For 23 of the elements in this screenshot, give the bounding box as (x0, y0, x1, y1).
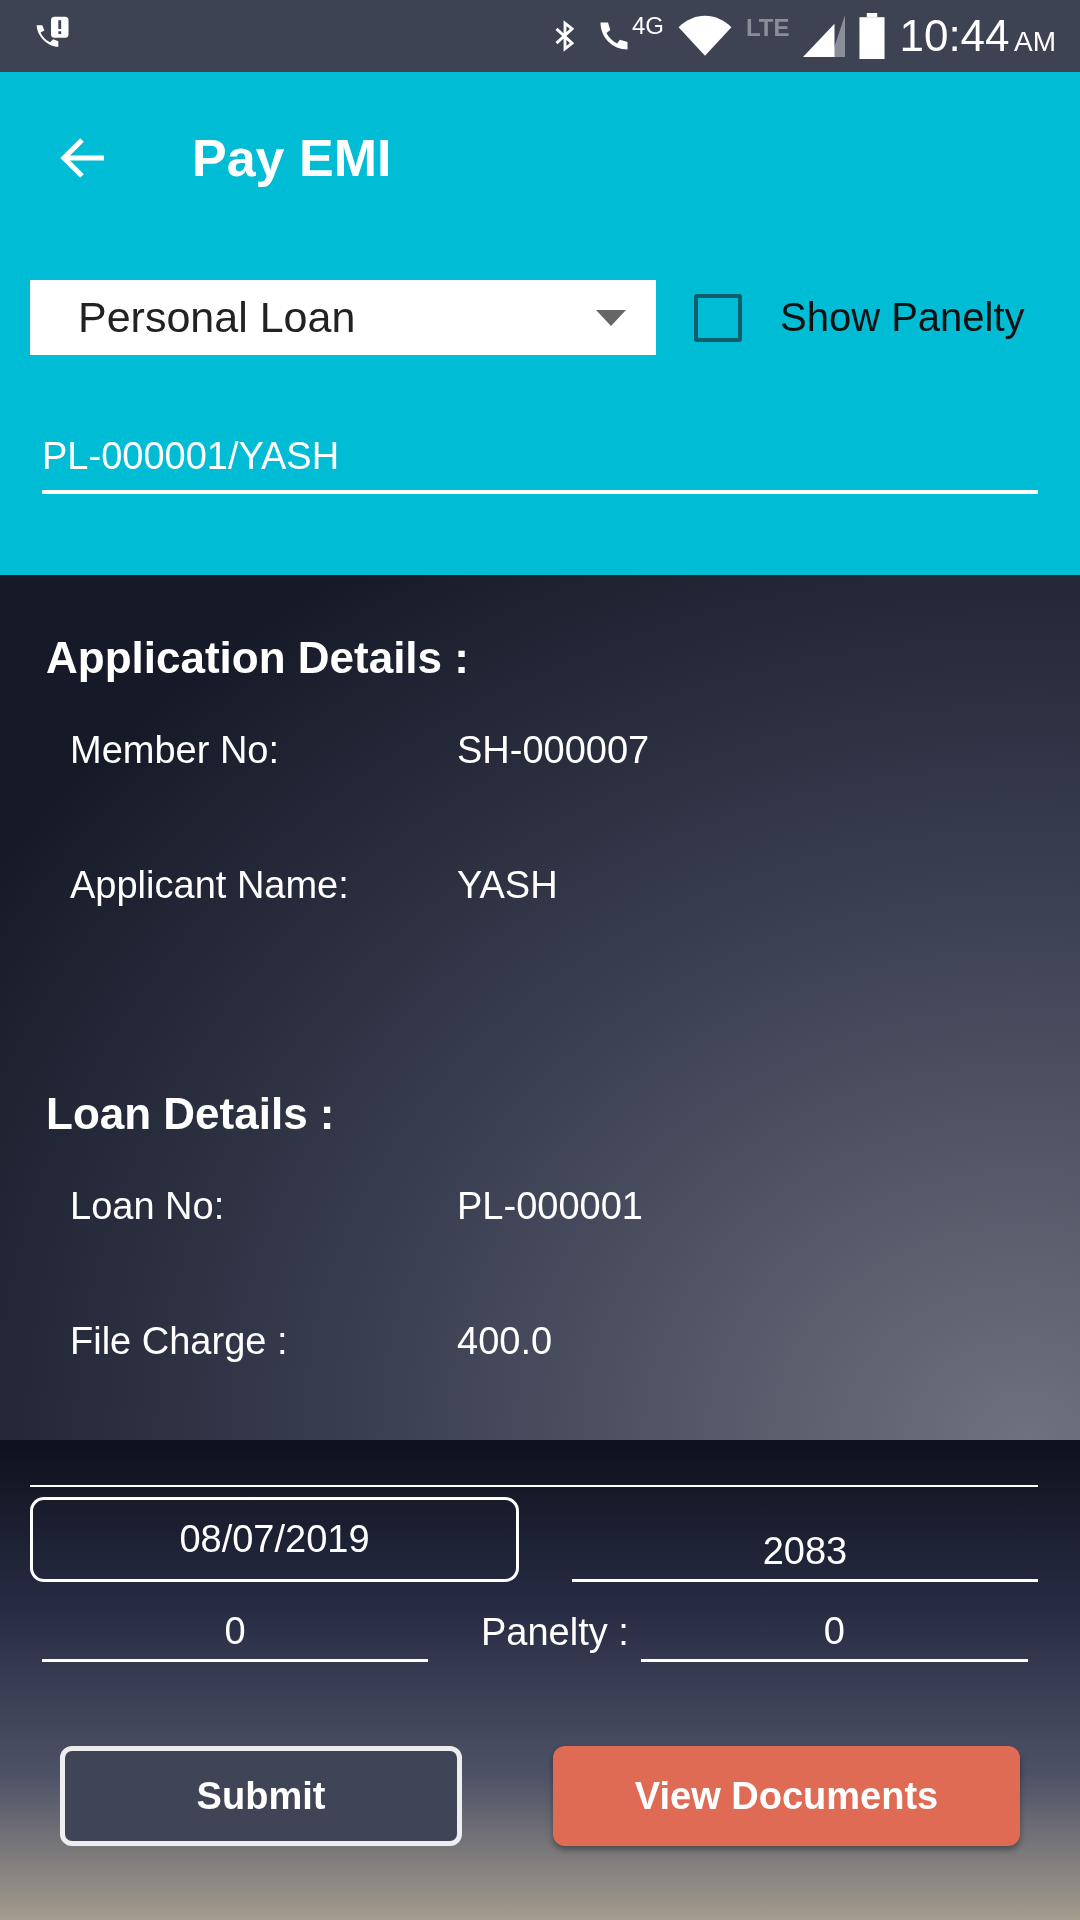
penalty-field[interactable]: 0 (640, 1610, 1028, 1662)
penalty-label: Panelty : (481, 1611, 629, 1655)
network-type-label: 4G (631, 12, 664, 40)
screen-title: Pay EMI (192, 128, 392, 188)
clock-time: 10:44 (899, 11, 1010, 60)
input-field[interactable]: 0 (42, 1610, 428, 1662)
detail-value: YASH (457, 864, 559, 908)
detail-value: SH-000007 (457, 729, 651, 773)
amount-field[interactable]: 2083 (572, 1530, 1038, 1582)
section-title: Loan Details : (46, 1089, 336, 1139)
checkbox-label: Show Panelty (780, 295, 1025, 340)
am-pm-label: AM (1014, 26, 1056, 57)
section-title: Application Details : (46, 633, 470, 683)
detail-value: 400.0 (457, 1320, 554, 1364)
submit-button[interactable]: Submit (60, 1746, 462, 1846)
detail-label: File Charge : (70, 1320, 289, 1364)
loan-type-dropdown[interactable]: Personal Loan (30, 280, 656, 355)
detail-label: Applicant Name: (70, 864, 350, 908)
detail-label: Loan No: (70, 1185, 226, 1229)
detail-value: PL-000001 (457, 1185, 644, 1229)
lte-label: LTE (745, 14, 790, 42)
date-field[interactable]: 08/07/2019 (30, 1497, 519, 1582)
detail-label: Member No: (70, 729, 281, 773)
